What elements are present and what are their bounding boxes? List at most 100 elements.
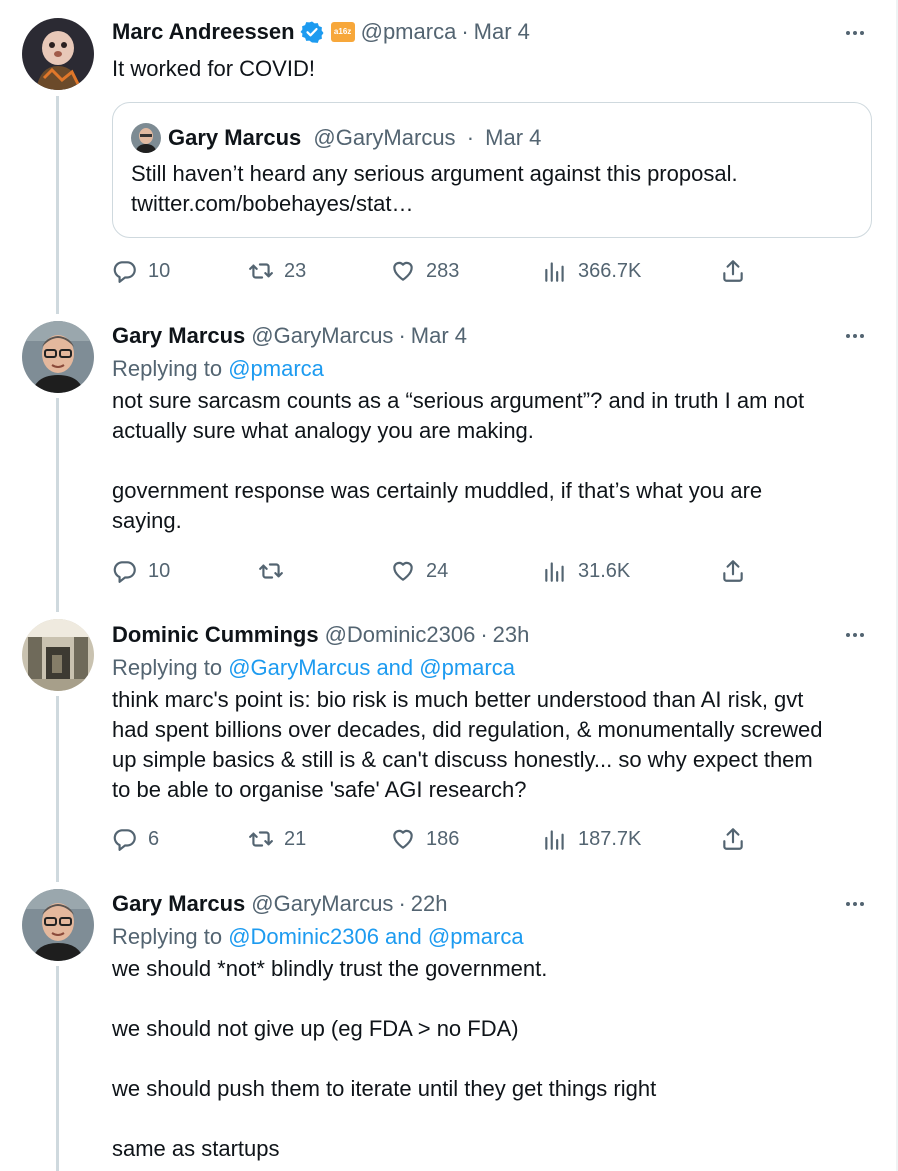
tweet-timestamp[interactable]: Mar 4	[474, 18, 530, 46]
like-icon	[393, 829, 413, 849]
share-icon	[723, 260, 743, 282]
tweet-timestamp[interactable]: 23h	[493, 621, 530, 649]
reply-icon	[113, 561, 136, 583]
thread-connector	[56, 96, 59, 314]
like-count: 24	[426, 559, 449, 582]
more-icon[interactable]	[842, 622, 868, 648]
thread-connector	[56, 966, 59, 1171]
quoted-text: Still haven’t heard any serious argument…	[131, 161, 738, 216]
separator-dot: ·	[466, 125, 475, 150]
like-icon	[393, 261, 413, 281]
views-icon	[545, 562, 564, 582]
author-name[interactable]: Gary Marcus	[112, 890, 245, 918]
like-button[interactable]: 24	[390, 556, 448, 586]
author-name[interactable]: Gary Marcus	[112, 322, 245, 350]
quoted-author-handle: @GaryMarcus	[313, 125, 456, 150]
tweet-header: Dominic Cummings @Dominic2306 · 23h	[112, 621, 872, 649]
avatar[interactable]	[22, 18, 94, 90]
quoted-avatar	[131, 123, 161, 153]
author-handle[interactable]: @pmarca	[361, 18, 457, 46]
separator-dot: ·	[480, 622, 488, 647]
more-icon[interactable]	[842, 323, 868, 349]
quoted-tweet[interactable]: Gary Marcus @GaryMarcus · Mar 4 Still ha…	[112, 102, 872, 238]
replying-to: Replying to @Dominic2306 and @pmarca	[112, 922, 872, 952]
author-name[interactable]: Marc Andreessen	[112, 18, 295, 46]
share-button[interactable]	[720, 256, 746, 286]
like-button[interactable]: 186	[390, 824, 459, 854]
replying-to: Replying to @pmarca	[112, 354, 872, 384]
retweet-count: 23	[284, 259, 307, 282]
retweet-button[interactable]: 23	[248, 256, 306, 286]
retweet-count: 21	[284, 827, 307, 850]
reply-button[interactable]: 6	[112, 824, 159, 854]
tweet-timestamp[interactable]: Mar 4	[411, 322, 467, 350]
replying-to-link[interactable]: @pmarca	[228, 356, 324, 381]
separator-dot: ·	[398, 323, 406, 348]
tweet-actions: 10 24 31.6K	[112, 556, 872, 586]
tweet-text: not sure sarcasm counts as a “serious ar…	[112, 388, 805, 533]
share-button[interactable]	[720, 556, 746, 586]
like-icon	[393, 561, 413, 581]
tweet: Gary Marcus @GaryMarcus · Mar 4 Replying…	[112, 322, 872, 536]
view-count: 366.7K	[578, 259, 642, 282]
replying-to-prefix: Replying to	[112, 655, 223, 680]
like-count: 283	[426, 259, 460, 282]
separator-dot: ·	[398, 891, 406, 916]
quoted-header: Gary Marcus @GaryMarcus · Mar 4	[168, 123, 541, 153]
tweet-timestamp[interactable]: 22h	[411, 890, 448, 918]
views-icon	[545, 262, 564, 282]
author-handle[interactable]: @GaryMarcus	[251, 890, 393, 918]
replying-to-link[interactable]: @GaryMarcus and @pmarca	[228, 655, 515, 680]
replying-to-prefix: Replying to	[112, 924, 223, 949]
thread-connector	[56, 398, 59, 612]
views-button[interactable]: 31.6K	[542, 556, 630, 586]
like-count: 186	[426, 827, 460, 850]
retweet-icon	[259, 563, 283, 579]
author-handle[interactable]: @GaryMarcus	[251, 322, 393, 350]
replying-to-link[interactable]: @Dominic2306 and @pmarca	[228, 924, 523, 949]
author-name[interactable]: Dominic Cummings	[112, 621, 319, 649]
tweet: Dominic Cummings @Dominic2306 · 23h Repl…	[112, 621, 872, 805]
tweet: Gary Marcus @GaryMarcus · 22h Replying t…	[112, 890, 872, 1164]
reply-count: 10	[148, 559, 171, 582]
share-icon	[723, 828, 743, 850]
reply-icon	[113, 261, 136, 283]
view-count: 31.6K	[578, 559, 631, 582]
author-handle[interactable]: @Dominic2306	[325, 621, 476, 649]
replying-to-prefix: Replying to	[112, 356, 223, 381]
verified-badge-icon[interactable]	[300, 20, 324, 44]
more-icon[interactable]	[842, 891, 868, 917]
tweet-actions: 10 23 283 366.7K	[112, 256, 872, 286]
reply-count: 10	[148, 259, 171, 282]
share-button[interactable]	[720, 824, 746, 854]
retweet-button[interactable]	[258, 556, 294, 586]
tweet-text: think marc's point is: bio risk is much …	[112, 687, 823, 802]
view-count: 187.7K	[578, 827, 642, 850]
separator-dot: ·	[461, 19, 469, 44]
retweet-icon	[249, 263, 273, 279]
thread-connector	[56, 696, 59, 882]
like-button[interactable]: 283	[390, 256, 459, 286]
tweet-header: Gary Marcus @GaryMarcus · Mar 4	[112, 322, 872, 350]
reply-count: 6	[148, 827, 160, 850]
reply-button[interactable]: 10	[112, 256, 170, 286]
tweet: Marc Andreessen a16z @pmarca · Mar 4 It …	[112, 18, 872, 84]
reply-icon	[113, 829, 136, 851]
views-button[interactable]: 187.7K	[542, 824, 641, 854]
avatar[interactable]	[22, 889, 94, 961]
quoted-timestamp: Mar 4	[485, 125, 542, 150]
avatar[interactable]	[22, 321, 94, 393]
tweet-actions: 6 21 186 187.7K	[112, 824, 872, 854]
retweet-button[interactable]: 21	[248, 824, 306, 854]
avatar[interactable]	[22, 619, 94, 691]
more-icon[interactable]	[842, 20, 868, 46]
views-button[interactable]: 366.7K	[542, 256, 641, 286]
tweet-text: It worked for COVID!	[112, 56, 315, 81]
share-icon	[723, 560, 743, 582]
replying-to: Replying to @GaryMarcus and @pmarca	[112, 653, 872, 683]
tweet-header: Marc Andreessen a16z @pmarca · Mar 4	[112, 18, 872, 46]
affiliation-badge-icon[interactable]: a16z	[330, 22, 355, 42]
tweet-header: Gary Marcus @GaryMarcus · 22h	[112, 890, 872, 918]
reply-button[interactable]: 10	[112, 556, 170, 586]
views-icon	[545, 830, 564, 850]
